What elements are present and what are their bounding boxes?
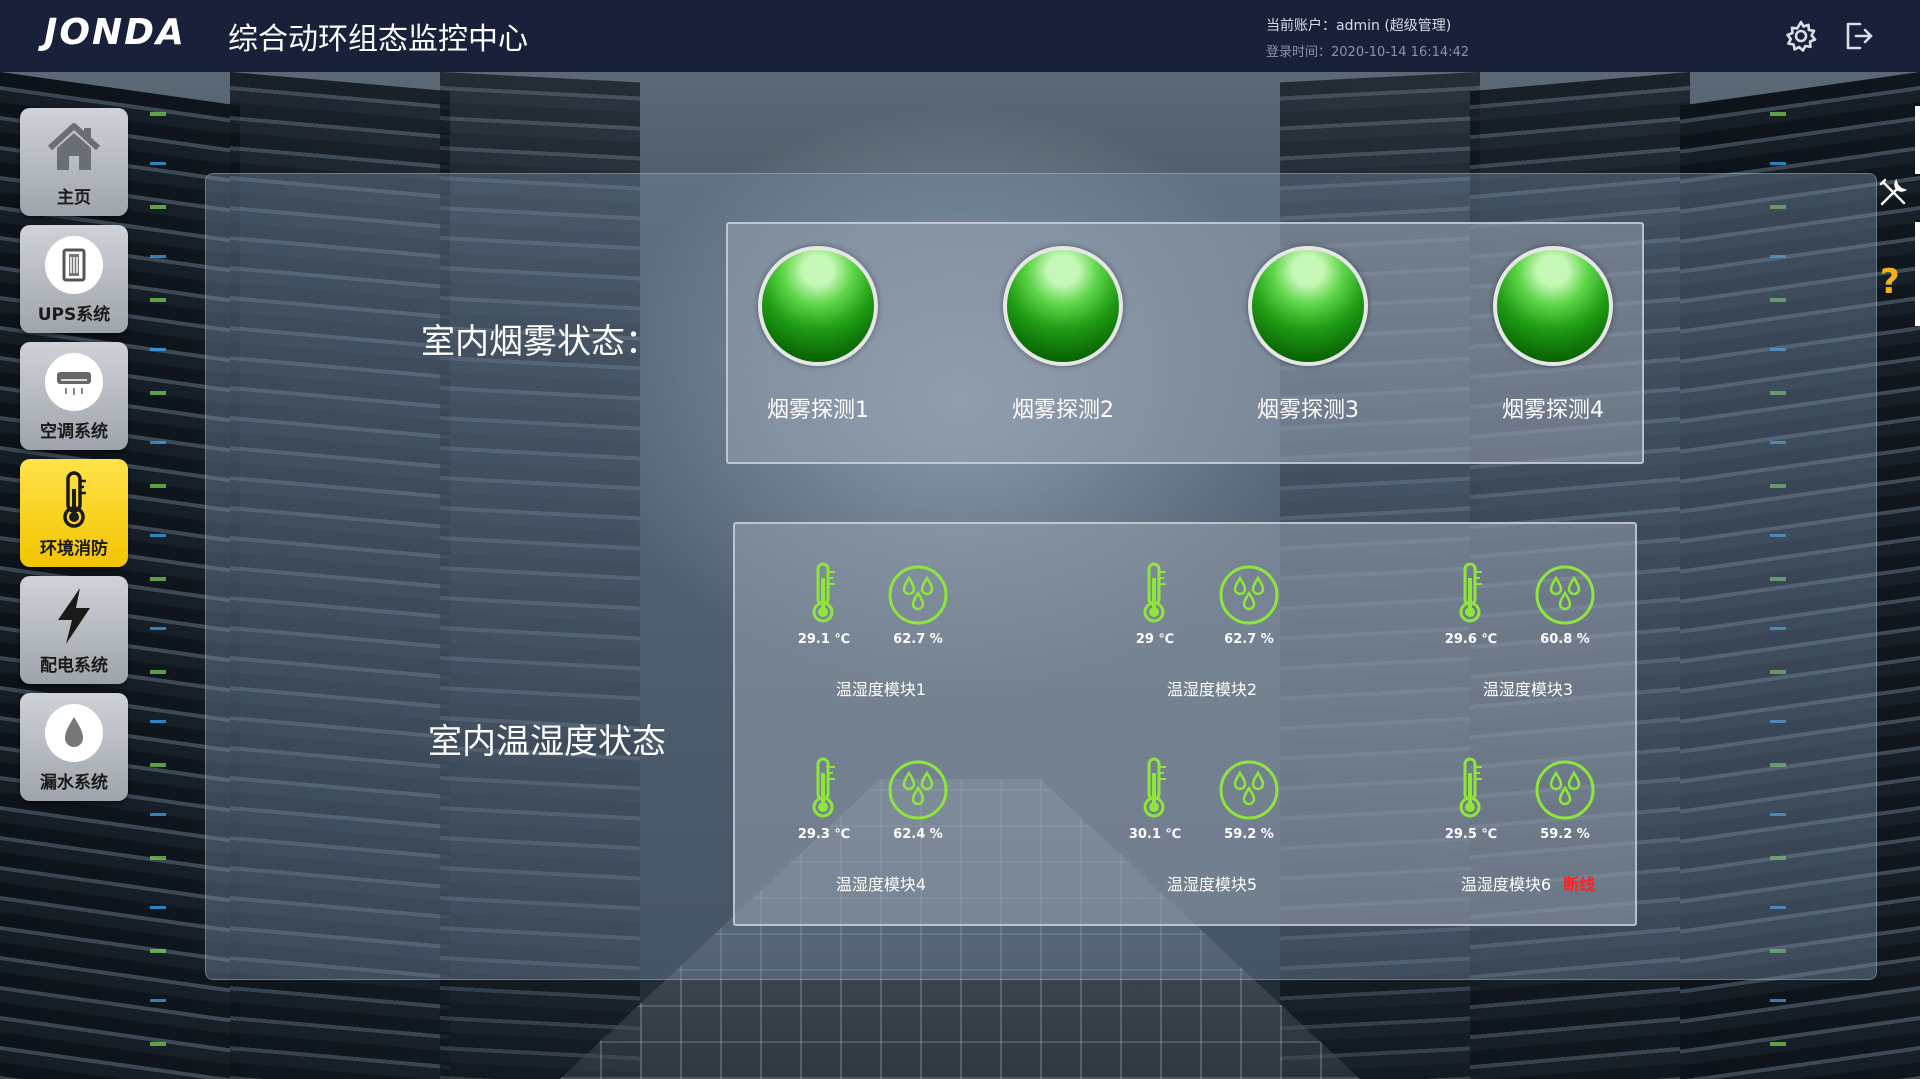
home-icon (47, 123, 101, 170)
humidity-value: 60.8 % (1540, 632, 1590, 647)
smoke-status-title: 室内烟雾状态： (421, 322, 659, 362)
rack-leds (150, 72, 166, 1079)
thermometer-icon (812, 757, 835, 818)
thermometer-icon (1459, 562, 1482, 623)
edge-marker (1915, 222, 1920, 326)
temp-humidity-module[interactable]: 29 ℃ 62.7 % 温湿度模块2 (1112, 524, 1312, 699)
module-name: 温湿度模块2 (1166, 680, 1258, 699)
temp-humidity-group: 29.1 ℃ 62.7 % 温湿度模块1 29 ℃ 62.7 % 温湿度模块2 … (733, 522, 1637, 926)
top-bar: JONDA 综合动环组态监控中心 当前账户：admin (超级管理) 登录时间：… (0, 0, 1920, 72)
temp-humidity-module[interactable]: 30.1 ℃ 59.2 % 温湿度模块5 (1112, 719, 1312, 894)
humidity-value: 59.2 % (1540, 827, 1590, 842)
humidity-value: 62.7 % (893, 632, 943, 647)
brand-logo: JONDA (44, 12, 186, 53)
tools-icon[interactable] (1877, 177, 1909, 209)
smoke-detector-label: 烟雾探测2 (1012, 398, 1114, 423)
temp-humidity-module[interactable]: 29.5 ℃ 59.2 % 温湿度模块6 断线 (1428, 719, 1628, 894)
smoke-detector-label: 烟雾探测3 (1257, 398, 1359, 423)
smoke-detector-label: 烟雾探测4 (1502, 398, 1604, 423)
ups-icon (45, 236, 103, 294)
lightning-icon (58, 588, 90, 644)
temperature-value: 29.3 ℃ (797, 827, 851, 842)
temperature-value: 30.1 ℃ (1128, 827, 1182, 842)
sidebar-item-air-conditioning[interactable]: 空调系统 (20, 342, 128, 450)
humidity-icon (888, 760, 948, 820)
sidebar-item-environment-fire[interactable]: 环境消防 (20, 459, 128, 567)
module-label: 温湿度模块6 断线 (1428, 871, 1628, 895)
sidebar-item-ups[interactable]: UPS系统 (20, 225, 128, 333)
thermometer-icon (1459, 757, 1482, 818)
module-name: 温湿度模块1 (835, 680, 927, 699)
module-name: 温湿度模块5 (1166, 875, 1258, 894)
humidity-icon (1535, 565, 1595, 625)
smoke-detector-label: 烟雾探测1 (767, 398, 869, 423)
smoke-detector-group: 烟雾探测1 烟雾探测2 烟雾探测3 烟雾探测4 (726, 222, 1644, 464)
temp-humidity-module[interactable]: 29.3 ℃ 62.4 % 温湿度模块4 (781, 719, 981, 894)
thermometer-icon (63, 471, 86, 528)
module-label: 温湿度模块4 (781, 871, 981, 895)
logout-icon[interactable] (1840, 18, 1876, 54)
status-indicator (1003, 246, 1123, 366)
module-name: 温湿度模块4 (835, 875, 927, 894)
humidity-value: 62.7 % (1224, 632, 1274, 647)
module-name: 温湿度模块3 (1482, 680, 1574, 699)
temp-humidity-module[interactable]: 29.6 ℃ 60.8 % 温湿度模块3 (1428, 524, 1628, 699)
app-title: 综合动环组态监控中心 (228, 22, 528, 57)
status-indicator (1493, 246, 1613, 366)
humidity-icon (1219, 760, 1279, 820)
offline-status: 断线 (1563, 875, 1596, 894)
module-label: 温湿度模块3 (1428, 676, 1628, 700)
thermometer-icon (1143, 757, 1166, 818)
thermometer-icon (812, 562, 835, 623)
sidebar-nav: 主页 UPS系统 空调系统 环境消防 配电系统 漏水系统 (20, 108, 130, 810)
air-conditioner-icon (45, 353, 103, 411)
gear-icon[interactable] (1783, 18, 1819, 54)
module-label: 温湿度模块1 (781, 676, 981, 700)
status-indicator (758, 246, 878, 366)
smoke-detector[interactable]: 烟雾探测4 (1463, 246, 1643, 424)
smoke-detector[interactable]: 烟雾探测1 (728, 246, 908, 424)
module-name: 温湿度模块6 (1460, 875, 1552, 894)
smoke-detector[interactable]: 烟雾探测3 (1218, 246, 1398, 424)
help-icon[interactable]: ? (1880, 262, 1900, 302)
module-label: 温湿度模块5 (1112, 871, 1312, 895)
temperature-value: 29.6 ℃ (1444, 632, 1498, 647)
humidity-icon (888, 565, 948, 625)
sidebar-item-label: 空调系统 (40, 422, 108, 442)
sidebar-item-label: 配电系统 (40, 656, 108, 676)
humidity-value: 62.4 % (893, 827, 943, 842)
water-drop-icon (45, 704, 103, 762)
sidebar-item-label: 漏水系统 (40, 773, 108, 793)
thermometer-icon (1143, 562, 1166, 623)
smoke-detector[interactable]: 烟雾探测2 (973, 246, 1153, 424)
main-panel: 室内烟雾状态： 烟雾探测1 烟雾探测2 烟雾探测3 烟雾探测4 室内温湿度状态 (205, 173, 1877, 980)
sidebar-item-label: 环境消防 (40, 539, 108, 559)
sidebar-item-label: UPS系统 (37, 305, 111, 325)
edge-marker (1915, 106, 1920, 174)
temp-humidity-title: 室内温湿度状态 (428, 722, 666, 762)
login-time: 登录时间：2020-10-14 16:14:42 (1266, 45, 1470, 60)
temperature-value: 29 ℃ (1135, 632, 1175, 647)
sidebar-item-home[interactable]: 主页 (20, 108, 128, 216)
status-indicator (1248, 246, 1368, 366)
temp-humidity-module[interactable]: 29.1 ℃ 62.7 % 温湿度模块1 (781, 524, 981, 699)
module-label: 温湿度模块2 (1112, 676, 1312, 700)
humidity-icon (1219, 565, 1279, 625)
temperature-value: 29.5 ℃ (1444, 827, 1498, 842)
humidity-value: 59.2 % (1224, 827, 1274, 842)
sidebar-item-label: 主页 (57, 188, 91, 208)
current-account: 当前账户：admin (超级管理) (1266, 18, 1452, 34)
humidity-icon (1535, 760, 1595, 820)
temperature-value: 29.1 ℃ (797, 632, 851, 647)
sidebar-item-water-leak[interactable]: 漏水系统 (20, 693, 128, 801)
sidebar-item-power-distribution[interactable]: 配电系统 (20, 576, 128, 684)
